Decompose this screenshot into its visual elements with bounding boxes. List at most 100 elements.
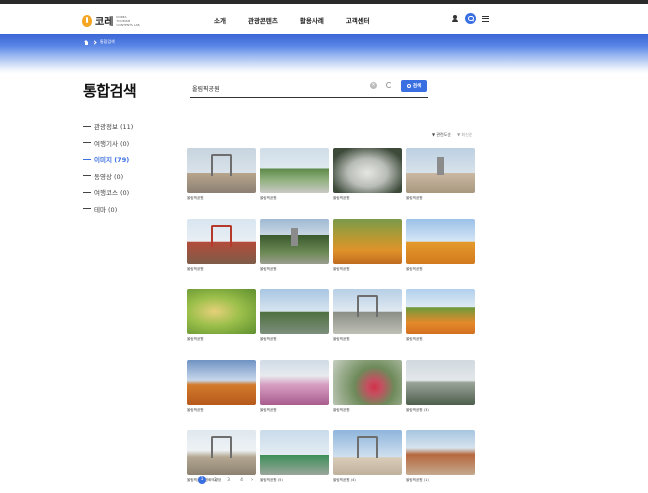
- image-card[interactable]: 올림픽공원 (5): [260, 430, 329, 483]
- dash-icon: [83, 142, 91, 144]
- image-caption: 올림픽공원 (5): [260, 478, 283, 482]
- home-icon[interactable]: [84, 39, 89, 45]
- sort-options: ▼ 관련도순 ▼ 최신순: [432, 132, 472, 138]
- image-thumbnail[interactable]: [187, 148, 256, 193]
- clear-icon[interactable]: ×: [370, 82, 377, 89]
- user-icon[interactable]: [451, 14, 459, 23]
- dash-icon: [83, 158, 91, 160]
- image-card[interactable]: 올림픽공원: [187, 359, 256, 413]
- nav-item-use-cases[interactable]: 활용사례: [300, 15, 324, 25]
- image-caption: 올림픽공원 (1): [406, 478, 429, 482]
- image-card[interactable]: 올림픽공원 (1): [406, 430, 475, 483]
- image-thumbnail[interactable]: [260, 148, 329, 193]
- sidebar-item[interactable]: 여행기사 (0): [83, 135, 133, 152]
- page-title: 통합검색: [83, 82, 137, 100]
- image-thumbnail[interactable]: [406, 359, 475, 405]
- image-card[interactable]: 올림픽공원: [406, 148, 475, 201]
- search-button[interactable]: 검색: [401, 80, 427, 92]
- image-card[interactable]: 올림픽공원: [406, 218, 475, 272]
- image-thumbnail[interactable]: [260, 218, 329, 264]
- image-thumbnail[interactable]: [333, 430, 402, 475]
- page-number[interactable]: 1: [198, 476, 206, 484]
- sidebar-item-label: 이미지 (79): [94, 156, 130, 165]
- image-thumbnail[interactable]: [187, 289, 256, 334]
- image-card[interactable]: 올림픽공원: [260, 148, 329, 201]
- menu-icon[interactable]: [482, 15, 489, 22]
- image-thumbnail[interactable]: [260, 289, 329, 334]
- sidebar-item-label: 관광정보 (11): [94, 123, 134, 132]
- image-card[interactable]: 올림픽공원: [260, 289, 329, 342]
- image-thumbnail[interactable]: [187, 430, 256, 475]
- magnifier-icon: [406, 84, 411, 88]
- image-thumbnail[interactable]: [406, 289, 475, 334]
- page-number[interactable]: 2: [212, 478, 219, 483]
- logo-text: 코레: [95, 17, 114, 28]
- image-thumbnail[interactable]: [260, 359, 329, 405]
- image-thumbnail[interactable]: [187, 218, 256, 264]
- image-card[interactable]: 올림픽공원: [187, 218, 256, 272]
- dash-icon: [83, 191, 91, 193]
- nav-item-intro[interactable]: 소개: [214, 15, 226, 25]
- nav-item-support[interactable]: 고객센터: [346, 15, 370, 25]
- header-icons: [451, 13, 489, 24]
- sort-relevance[interactable]: ▼ 관련도순: [432, 132, 451, 138]
- image-thumbnail[interactable]: [406, 430, 475, 475]
- sculpture-shape: [211, 224, 232, 247]
- sculpture-shape: [291, 227, 298, 246]
- prev-page-icon[interactable]: ‹: [190, 477, 192, 483]
- image-card[interactable]: 올림픽공원: [333, 218, 402, 272]
- logo-subtext: KOREA TOURISM CONTENTS LAB: [116, 14, 140, 27]
- breadcrumb: 통합검색: [84, 39, 115, 45]
- image-card[interactable]: 올림픽공원: [260, 218, 329, 272]
- image-card[interactable]: 올림픽공원: [187, 148, 256, 201]
- image-thumbnail[interactable]: [333, 218, 402, 264]
- search-icon[interactable]: [465, 13, 476, 24]
- search-button-label: 검색: [412, 84, 422, 89]
- image-card[interactable]: 올림픽공원 (3): [406, 359, 475, 413]
- page-number[interactable]: 4: [238, 478, 245, 483]
- image-thumbnail[interactable]: [406, 148, 475, 193]
- dash-icon: [83, 175, 91, 177]
- image-caption: 올림픽공원: [260, 407, 277, 412]
- image-results-grid: 올림픽공원 올림픽공원 올림픽공원 올림픽공원 올림픽공원 올림픽공원 올림픽공원 올림픽공원…: [187, 148, 475, 483]
- sidebar-item[interactable]: 테마 (0): [83, 201, 133, 218]
- image-card[interactable]: 올림픽공원: [333, 289, 402, 342]
- refresh-icon[interactable]: [386, 82, 392, 88]
- image-caption: 올림픽공원: [187, 266, 204, 271]
- image-caption: 올림픽공원: [406, 337, 423, 341]
- search-input[interactable]: [192, 82, 352, 94]
- image-thumbnail[interactable]: [187, 359, 256, 405]
- image-caption: 올림픽공원: [260, 337, 277, 341]
- image-card[interactable]: 올림픽공원: [260, 359, 329, 413]
- pagination: ‹ 1 2 3 4 ›: [190, 476, 253, 484]
- sidebar-item[interactable]: 이미지 (79): [83, 151, 133, 168]
- image-card[interactable]: 올림픽공원: [333, 359, 402, 413]
- nav-item-tour-content[interactable]: 관광콘텐츠: [248, 15, 278, 25]
- page-banner: 통합검색: [0, 34, 648, 74]
- image-caption: 올림픽공원: [333, 337, 350, 341]
- dash-icon: [83, 125, 91, 127]
- image-card[interactable]: 올림픽공원: [187, 289, 256, 342]
- sidebar-item-label: 동영상 (0): [94, 172, 124, 181]
- image-caption: 올림픽공원: [187, 407, 204, 412]
- page-number[interactable]: 3: [225, 478, 232, 483]
- image-caption: 올림픽공원: [187, 337, 204, 341]
- sidebar-item[interactable]: 관광정보 (11): [83, 118, 133, 135]
- dash-icon: [83, 208, 91, 210]
- next-page-icon[interactable]: ›: [251, 477, 253, 483]
- image-thumbnail[interactable]: [333, 148, 402, 193]
- image-thumbnail[interactable]: [333, 289, 402, 334]
- image-card[interactable]: 올림픽공원 (4): [333, 430, 402, 483]
- image-thumbnail[interactable]: [406, 218, 475, 264]
- sort-latest[interactable]: ▼ 최신순: [457, 132, 472, 138]
- sidebar-item-label: 테마 (0): [94, 205, 118, 214]
- site-logo[interactable]: 코레 KOREA TOURISM CONTENTS LAB: [82, 13, 140, 28]
- image-thumbnail[interactable]: [333, 359, 402, 405]
- image-card[interactable]: 올림픽공원: [406, 289, 475, 342]
- image-thumbnail[interactable]: [260, 430, 329, 475]
- image-card[interactable]: 올림픽공원: [333, 148, 402, 201]
- gate-shape: [211, 436, 232, 458]
- sidebar-item[interactable]: 동영상 (0): [83, 168, 133, 185]
- image-caption: 올림픽공원: [333, 196, 350, 200]
- sidebar-item[interactable]: 여행코스 (0): [83, 184, 133, 201]
